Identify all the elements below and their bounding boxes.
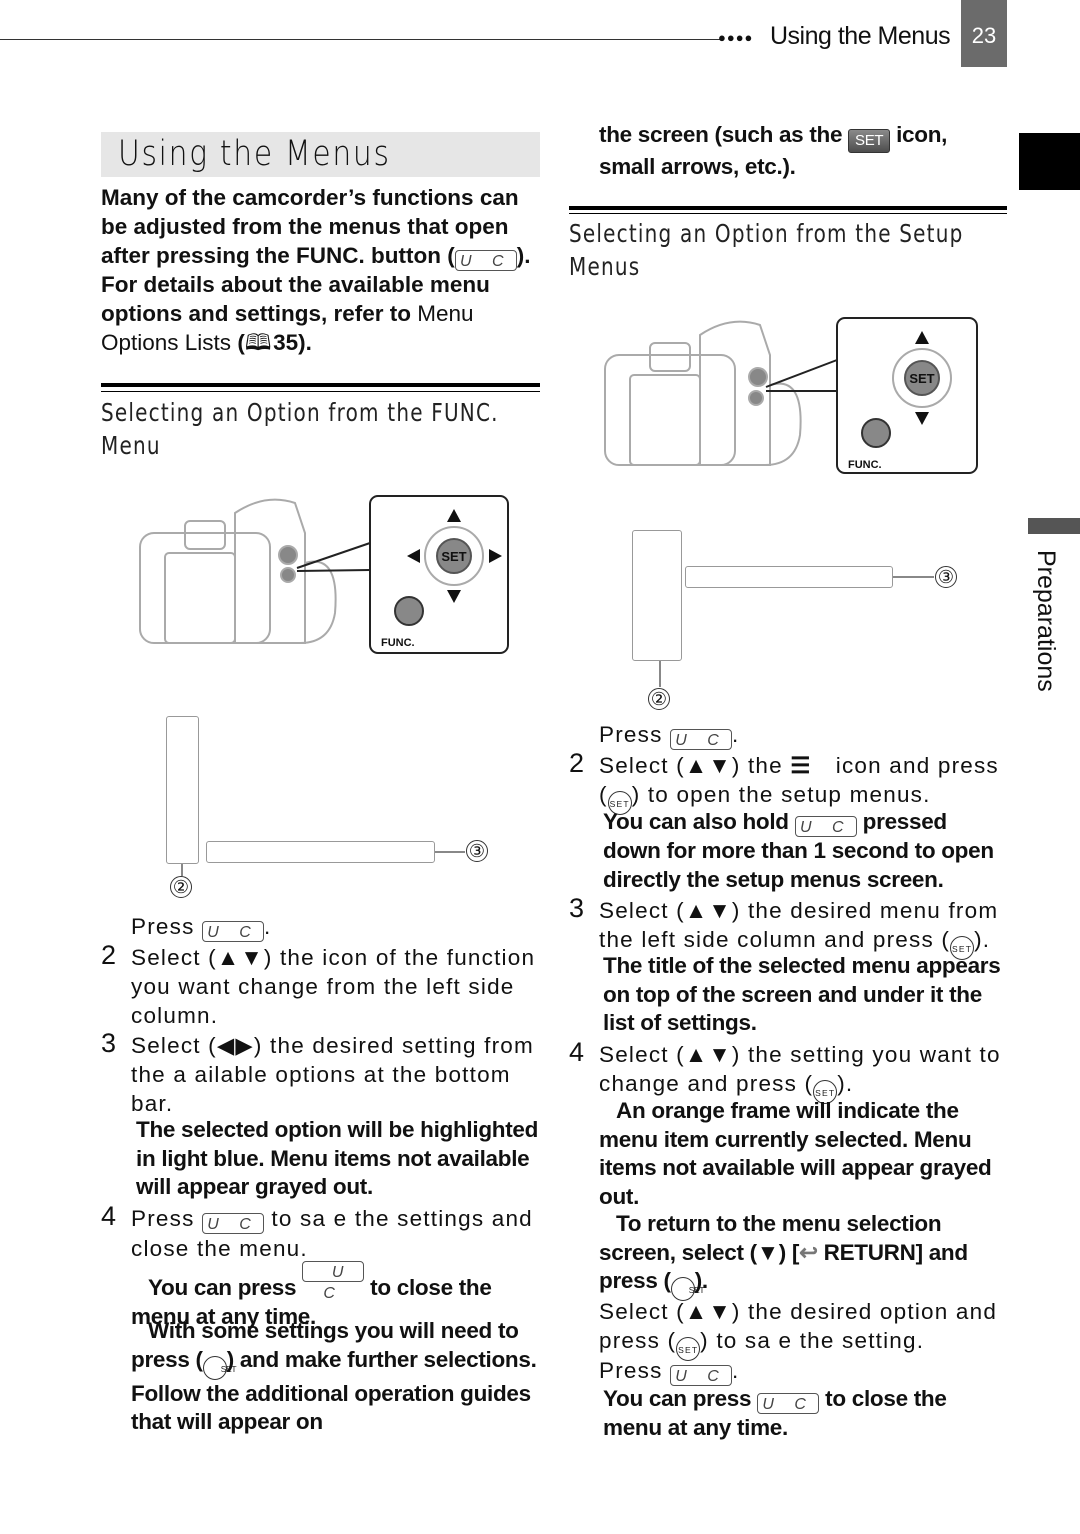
header-rule [0, 39, 720, 40]
func-step-1: Press U C. [131, 914, 272, 942]
func-step-4: Press U C to sa e the settings and close… [131, 1206, 533, 1261]
section-rule-thick [569, 206, 1007, 210]
step-number: 3 [569, 893, 585, 923]
book-icon: 🕮 [244, 330, 272, 355]
section-rule-thin [101, 391, 540, 392]
page-title: Using the Menus [118, 134, 391, 174]
func-step-4-note-2: With some settings you will need to pres… [131, 1318, 537, 1434]
set-screen-icon: SET [848, 129, 891, 153]
continued-note: the screen (such as the SET icon, small … [599, 122, 948, 179]
step-number: 2 [101, 940, 117, 970]
step-number: 2 [569, 748, 585, 778]
callout-2: ② [648, 688, 670, 710]
callout-3: ③ [466, 840, 488, 862]
func-button-icon: U C [201, 1213, 264, 1234]
setup-step-4-note-2: To return to the menu selection screen, … [599, 1210, 1009, 1301]
return-icon: ↩ [799, 1239, 818, 1265]
svg-text:FUNC.: FUNC. [381, 637, 415, 649]
screen-left-column [632, 530, 682, 661]
svg-text:FUNC.: FUNC. [848, 459, 882, 471]
intro-paragraph: Many of the camcorder’s functions can be… [101, 185, 531, 271]
step-number: 4 [569, 1037, 585, 1067]
callout-leader [893, 576, 934, 578]
setup-section-title: Selecting an Option from the Setup Menus [569, 219, 964, 281]
func-step-2: Select (▲▼) the icon of the function you… [131, 945, 536, 1028]
setup-step-3: Select (▲▼) the desired menu from the le… [599, 896, 1014, 960]
func-button-icon: U C [669, 729, 732, 750]
svg-text:SET: SET [909, 371, 934, 386]
page-number: 23 [961, 0, 1007, 67]
setup-step-4-note-1: An orange frame will indicate the menu i… [599, 1098, 992, 1209]
func-button-icon [861, 418, 891, 448]
header-section-title: Using the Menus [770, 22, 951, 50]
setup-step-4: Select (▲▼) the setting you want to chan… [599, 1040, 1009, 1104]
step-number: 3 [101, 1028, 117, 1058]
callout-leader [435, 851, 465, 853]
step-number: 4 [101, 1201, 117, 1231]
intro-details: For details about the available menu opt… [101, 272, 490, 355]
setup-step-3-note: The title of the selected menu appears o… [603, 953, 1001, 1035]
setup-step-2-note: You can also hold U C pressed down for m… [603, 809, 994, 892]
set-button-icon: SET [202, 1355, 237, 1380]
screen-bottom-bar [206, 841, 435, 863]
setup-step-6: Press U C. [599, 1358, 740, 1386]
func-button-icon [394, 596, 424, 626]
svg-text:SET: SET [441, 549, 466, 564]
func-button-icon: U C [794, 816, 857, 837]
screen-left-column [166, 716, 199, 864]
section-rule-thin [569, 213, 1007, 214]
screen-settings-bar [685, 566, 893, 588]
setup-step-1: Press U C. [599, 722, 740, 750]
camcorder-func-illustration: SET FUNC. [139, 495, 509, 654]
setup-menu-icon: ☰ [790, 753, 812, 778]
func-step-3: Select (◀▶) the desired setting from the… [131, 1033, 534, 1116]
chapter-tab-marker [1019, 133, 1080, 190]
camcorder-setup-illustration: SET FUNC. [604, 317, 978, 474]
callout-leader [659, 661, 661, 687]
setup-step-6-note: You can press U C to close the menu at a… [603, 1386, 947, 1440]
callout-3: ③ [935, 566, 957, 588]
camcorder-outline [604, 320, 802, 466]
func-button-icon: U C [757, 1393, 820, 1414]
func-step-3-note: The selected option will be highlighted … [136, 1117, 539, 1199]
page-title-band: Using the Menus [101, 132, 540, 177]
func-button-icon: U C [302, 1261, 365, 1302]
chapter-tab-label: Preparations [1032, 550, 1060, 692]
setup-step-5: Select (▲▼) the desired option and press… [599, 1297, 1009, 1361]
section-rule-thick [101, 383, 540, 387]
func-section-title: Selecting an Option from the FUNC. Menu [101, 398, 499, 460]
callout-leader [181, 864, 183, 876]
header-dots: ●●●● [718, 30, 754, 45]
func-button-icon: U C [201, 921, 264, 942]
func-button-icon: U C [454, 250, 517, 271]
setup-step-2: Select (▲▼) the ☰ icon and press (SET) t… [599, 751, 1009, 815]
callout-2: ② [170, 876, 192, 898]
func-button-icon: U C [669, 1365, 732, 1386]
chapter-tab-indicator [1028, 518, 1080, 534]
